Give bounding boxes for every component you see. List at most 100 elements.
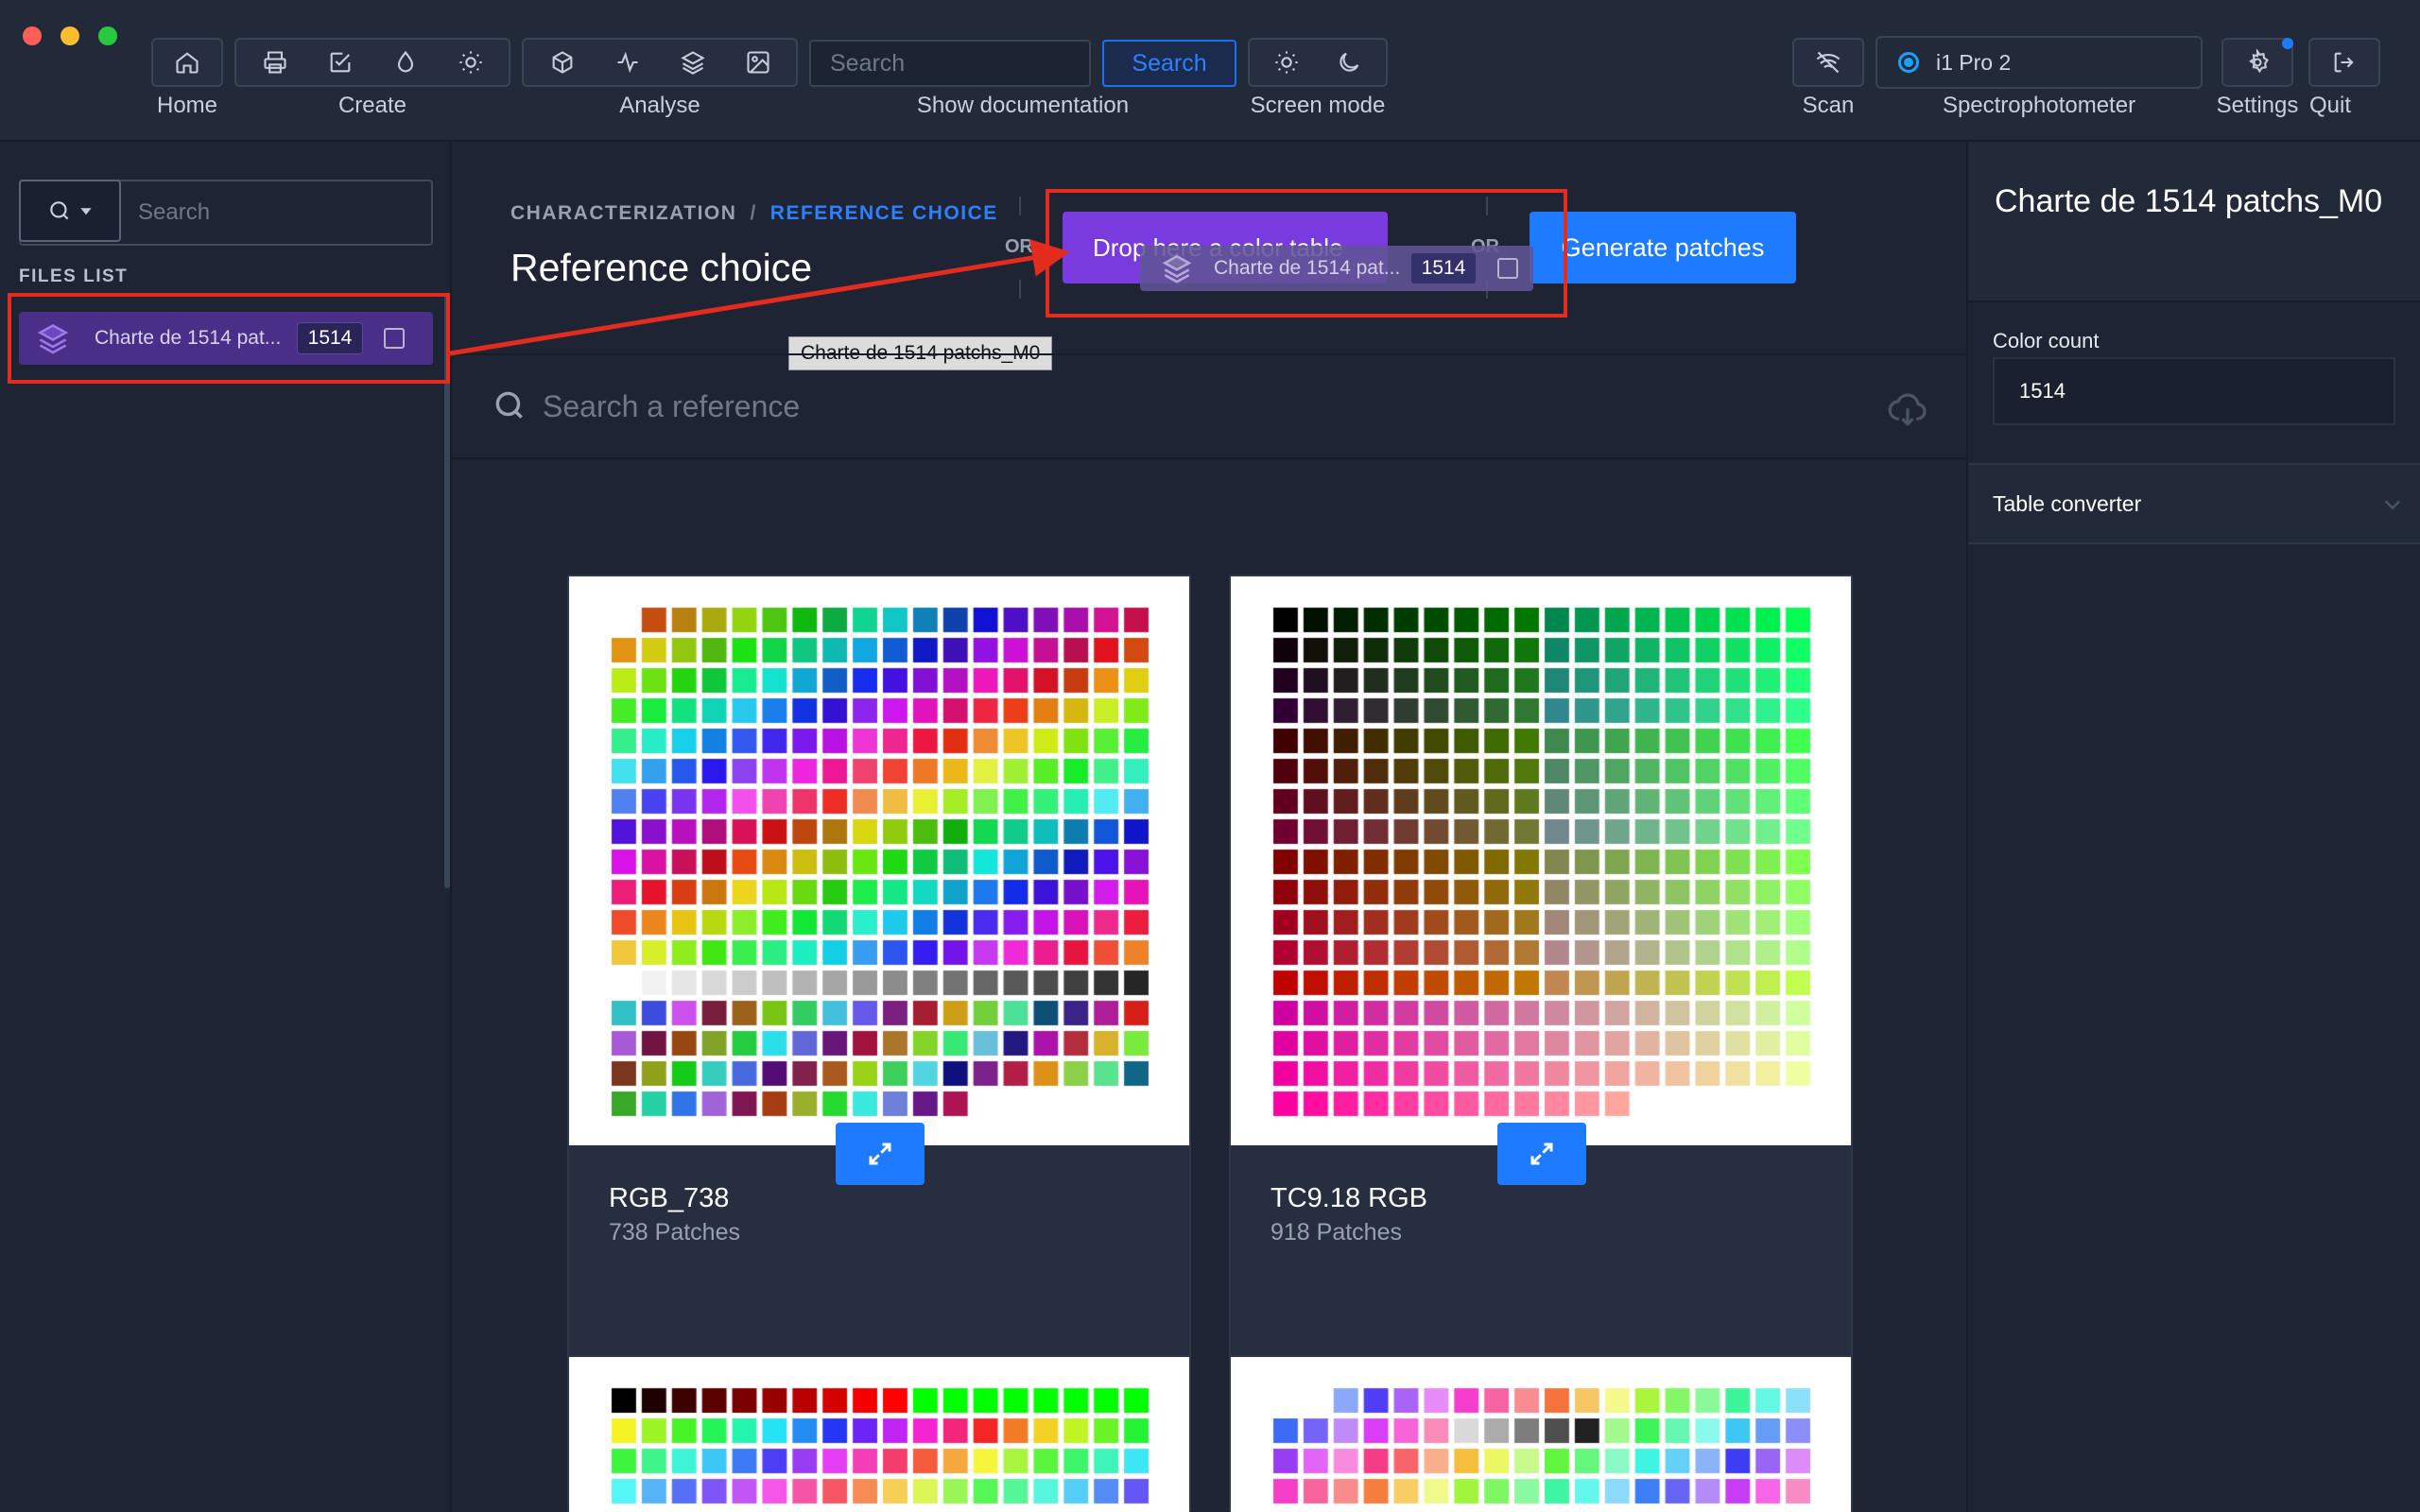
checkbox-edit-icon (330, 52, 350, 73)
activity-button[interactable] (600, 41, 655, 84)
home-label: Home (156, 93, 218, 118)
files-list-title: FILES LIST (19, 266, 129, 286)
gear-icon (2249, 49, 2269, 74)
radio-icon (1898, 52, 1919, 73)
moon-icon (1340, 52, 1359, 72)
patch-grid-preview (1270, 605, 1813, 1125)
divider (1019, 280, 1021, 299)
chevron-down-icon (2384, 500, 2401, 510)
expand-icon (869, 1143, 891, 1165)
reference-patch-count: 738 Patches (609, 1219, 740, 1246)
notification-dot (2282, 38, 2293, 49)
reference-card[interactable]: TC9.18 RGB 918 Patches (1229, 575, 1853, 1459)
minimize-window-button[interactable] (60, 26, 79, 45)
breadcrumb-characterization[interactable]: CHARACTERIZATION (510, 202, 736, 225)
screen-mode-label: Screen mode (1250, 93, 1386, 118)
reference-search-input[interactable] (543, 380, 1772, 433)
top-toolbar: Home Create Analyse Search Show docume (0, 0, 2420, 142)
documentation-search-button[interactable]: Search (1102, 40, 1236, 87)
caret-down-icon (80, 208, 92, 215)
sidebar-scrollbar[interactable] (444, 295, 450, 888)
properties-header: Charte de 1514 patchs_M0 (1968, 142, 2420, 302)
color-count-field: 1514 (1993, 357, 2395, 425)
brightness-icon (458, 51, 482, 74)
drag-ghost-file: Charte de 1514 pat... 1514 (1140, 246, 1533, 291)
show-documentation-label: Show documentation (916, 93, 1130, 118)
file-checkbox[interactable] (384, 328, 405, 349)
edit-checkbox-button[interactable] (313, 41, 368, 84)
reference-search-bar (452, 353, 1966, 459)
home-button[interactable] (160, 41, 215, 84)
dark-mode-button[interactable] (1322, 41, 1376, 84)
patch-grid-preview (609, 1385, 1151, 1512)
settings-group (2221, 38, 2293, 87)
analyse-group (522, 38, 798, 87)
quit-group (2308, 38, 2380, 87)
ink-button[interactable] (378, 41, 433, 84)
table-converter-label: Table converter (1993, 490, 2142, 516)
cloud-download-icon[interactable] (1887, 389, 1928, 431)
quit-button[interactable] (2317, 41, 2372, 84)
search-icon (50, 201, 69, 220)
breadcrumb-separator: / (750, 202, 757, 224)
analyse-label: Analyse (619, 93, 700, 118)
reference-name: TC9.18 RGB (1270, 1183, 1427, 1213)
create-label: Create (337, 93, 407, 118)
reference-card[interactable]: RGB_738 738 Patches (567, 575, 1191, 1459)
reference-name: RGB_738 (609, 1183, 730, 1213)
layers-button[interactable] (666, 41, 720, 84)
cube-icon (552, 51, 572, 74)
spectrophotometer-select[interactable]: i1 Pro 2 (1876, 36, 2203, 89)
quit-label: Quit (2308, 93, 2351, 118)
printer-icon (263, 51, 286, 74)
logout-icon (2334, 52, 2354, 73)
cube-button[interactable] (535, 41, 590, 84)
reference-card[interactable] (1229, 1355, 1853, 1512)
spectrophotometer-label: Spectrophotometer (1942, 93, 2136, 118)
divider (1019, 197, 1021, 215)
home-group (151, 38, 223, 87)
file-count-badge: 1514 (297, 322, 363, 354)
files-search-input[interactable] (119, 181, 431, 244)
scan-off-icon (1816, 51, 1841, 74)
expand-button[interactable] (836, 1123, 925, 1185)
main-content: CHARACTERIZATION / REFERENCE CHOICE Refe… (452, 142, 1966, 1512)
layers-icon (680, 51, 705, 75)
reference-preview (1231, 576, 1851, 1185)
patch-grid-preview (609, 605, 1151, 1125)
light-mode-button[interactable] (1259, 41, 1314, 84)
breadcrumb-reference-choice: REFERENCE CHOICE (769, 202, 998, 224)
documentation-search-input[interactable] (809, 40, 1091, 87)
generate-patches-button[interactable]: Generate patches (1530, 212, 1796, 284)
divider (1486, 197, 1488, 215)
expand-icon (1530, 1143, 1553, 1165)
zoom-window-button[interactable] (98, 26, 117, 45)
activity-icon (617, 51, 637, 74)
print-button[interactable] (248, 41, 302, 84)
layers-icon (1162, 254, 1192, 284)
image-icon (746, 51, 769, 74)
search-icon (495, 391, 523, 419)
image-button[interactable] (731, 41, 786, 84)
brightness-button[interactable] (443, 41, 498, 84)
file-name: Charte de 1514 pat... (95, 327, 282, 349)
drop-icon (397, 50, 413, 73)
breadcrumb: CHARACTERIZATION / REFERENCE CHOICE (510, 202, 998, 225)
layers-icon (37, 323, 69, 354)
page-title: Reference choice (510, 246, 813, 289)
table-converter-accordion[interactable]: Table converter (1968, 463, 2420, 544)
search-filter-dropdown[interactable] (19, 180, 121, 242)
sun-icon (1275, 51, 1298, 74)
close-window-button[interactable] (23, 26, 42, 45)
file-item[interactable]: Charte de 1514 pat... 1514 (19, 312, 433, 365)
or-label: OR (1005, 236, 1033, 257)
expand-button[interactable] (1497, 1123, 1586, 1185)
scan-group (1792, 38, 1864, 87)
settings-label: Settings (2216, 93, 2299, 118)
scan-button[interactable] (1801, 41, 1856, 84)
selected-file-title: Charte de 1514 patchs_M0 (1995, 183, 2383, 219)
reference-card[interactable] (567, 1355, 1191, 1512)
scan-label: Scan (1802, 93, 1855, 118)
spectrophotometer-device: i1 Pro 2 (1936, 49, 2012, 75)
settings-button[interactable] (2230, 41, 2285, 84)
